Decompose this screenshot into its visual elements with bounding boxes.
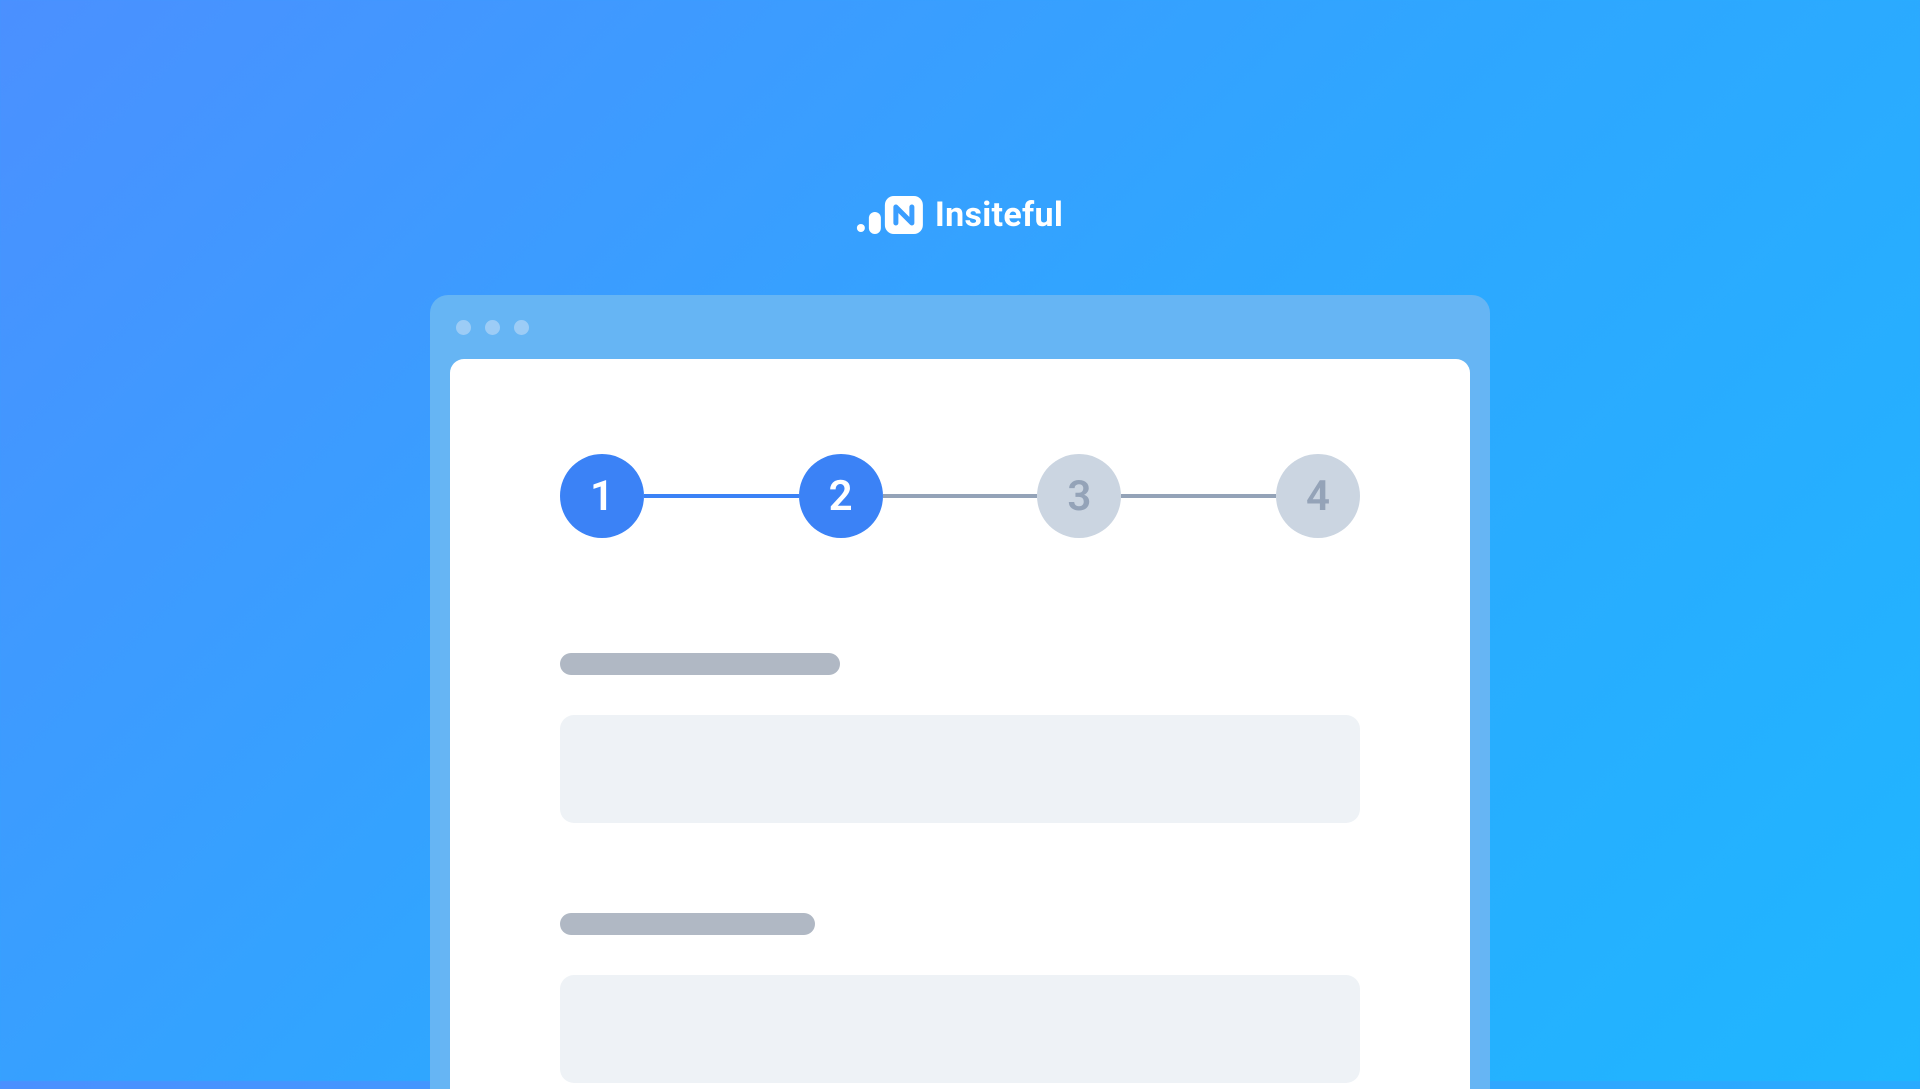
- step-3[interactable]: 3: [1037, 454, 1121, 538]
- logo-mark: [857, 196, 923, 234]
- logo-bar-icon: [869, 212, 881, 234]
- step-number: 4: [1306, 472, 1330, 521]
- brand-logo: Insiteful: [857, 195, 1063, 235]
- window-close-icon[interactable]: [456, 320, 471, 335]
- step-connector: [1121, 494, 1276, 498]
- page-content: 1 2 3 4: [450, 359, 1470, 1089]
- field-label-placeholder: [560, 913, 815, 935]
- window-maximize-icon[interactable]: [514, 320, 529, 335]
- window-minimize-icon[interactable]: [485, 320, 500, 335]
- step-connector: [883, 494, 1038, 498]
- brand-name: Insiteful: [935, 195, 1063, 235]
- step-number: 1: [590, 472, 614, 521]
- form-field-1: [560, 653, 1360, 823]
- browser-titlebar: [430, 295, 1490, 359]
- step-2[interactable]: 2: [799, 454, 883, 538]
- logo-n-icon: [885, 196, 923, 234]
- form-field-2: [560, 913, 1360, 1083]
- text-input[interactable]: [560, 975, 1360, 1083]
- browser-window: 1 2 3 4: [430, 295, 1490, 1089]
- logo-dot-icon: [857, 224, 865, 232]
- field-label-placeholder: [560, 653, 840, 675]
- step-1[interactable]: 1: [560, 454, 644, 538]
- step-4[interactable]: 4: [1276, 454, 1360, 538]
- progress-stepper: 1 2 3 4: [560, 454, 1360, 538]
- text-input[interactable]: [560, 715, 1360, 823]
- step-number: 2: [829, 472, 853, 521]
- step-number: 3: [1067, 472, 1091, 521]
- step-connector: [644, 494, 799, 498]
